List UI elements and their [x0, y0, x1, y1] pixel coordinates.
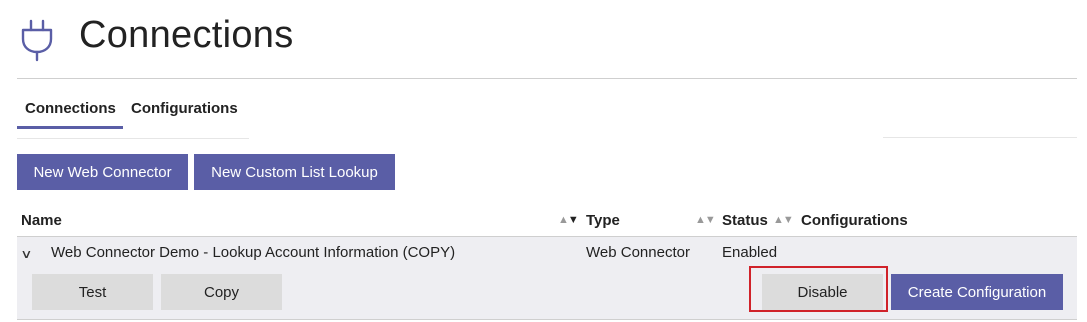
- new-web-connector-button[interactable]: New Web Connector: [17, 154, 188, 190]
- sort-icon[interactable]: ▲▼: [558, 214, 579, 226]
- chevron-down-icon[interactable]: ∨: [20, 247, 32, 261]
- copy-button[interactable]: Copy: [161, 274, 282, 310]
- tab-configurations[interactable]: Configurations: [131, 100, 238, 117]
- column-header-name[interactable]: Name: [21, 212, 62, 229]
- disable-button[interactable]: Disable: [762, 274, 883, 310]
- active-tab-indicator: [17, 126, 123, 129]
- column-header-status[interactable]: Status: [722, 212, 768, 229]
- column-header-configurations: Configurations: [801, 212, 908, 229]
- create-configuration-button[interactable]: Create Configuration: [891, 274, 1063, 310]
- connection-status: Enabled: [722, 244, 778, 261]
- connection-name: Web Connector Demo - Lookup Account Info…: [51, 244, 456, 261]
- column-header-type[interactable]: Type: [586, 212, 620, 229]
- page-title: Connections: [79, 14, 294, 56]
- plug-icon: [21, 19, 53, 62]
- table-row: ∨ Web Connector Demo - Lookup Account In…: [17, 237, 1077, 320]
- connection-type: Web Connector: [586, 244, 690, 261]
- sort-icon[interactable]: ▲▼: [773, 214, 794, 226]
- tab-bar: Connections Configurations: [17, 92, 249, 139]
- page-header: Connections: [17, 0, 1077, 79]
- tab-connections[interactable]: Connections: [25, 100, 116, 117]
- new-custom-list-lookup-button[interactable]: New Custom List Lookup: [194, 154, 395, 190]
- tabs-divider: [883, 137, 1077, 138]
- test-button[interactable]: Test: [32, 274, 153, 310]
- table-header: Name ▲▼ Type ▲▼ Status ▲▼ Configurations: [17, 204, 1077, 237]
- sort-icon[interactable]: ▲▼: [695, 214, 716, 226]
